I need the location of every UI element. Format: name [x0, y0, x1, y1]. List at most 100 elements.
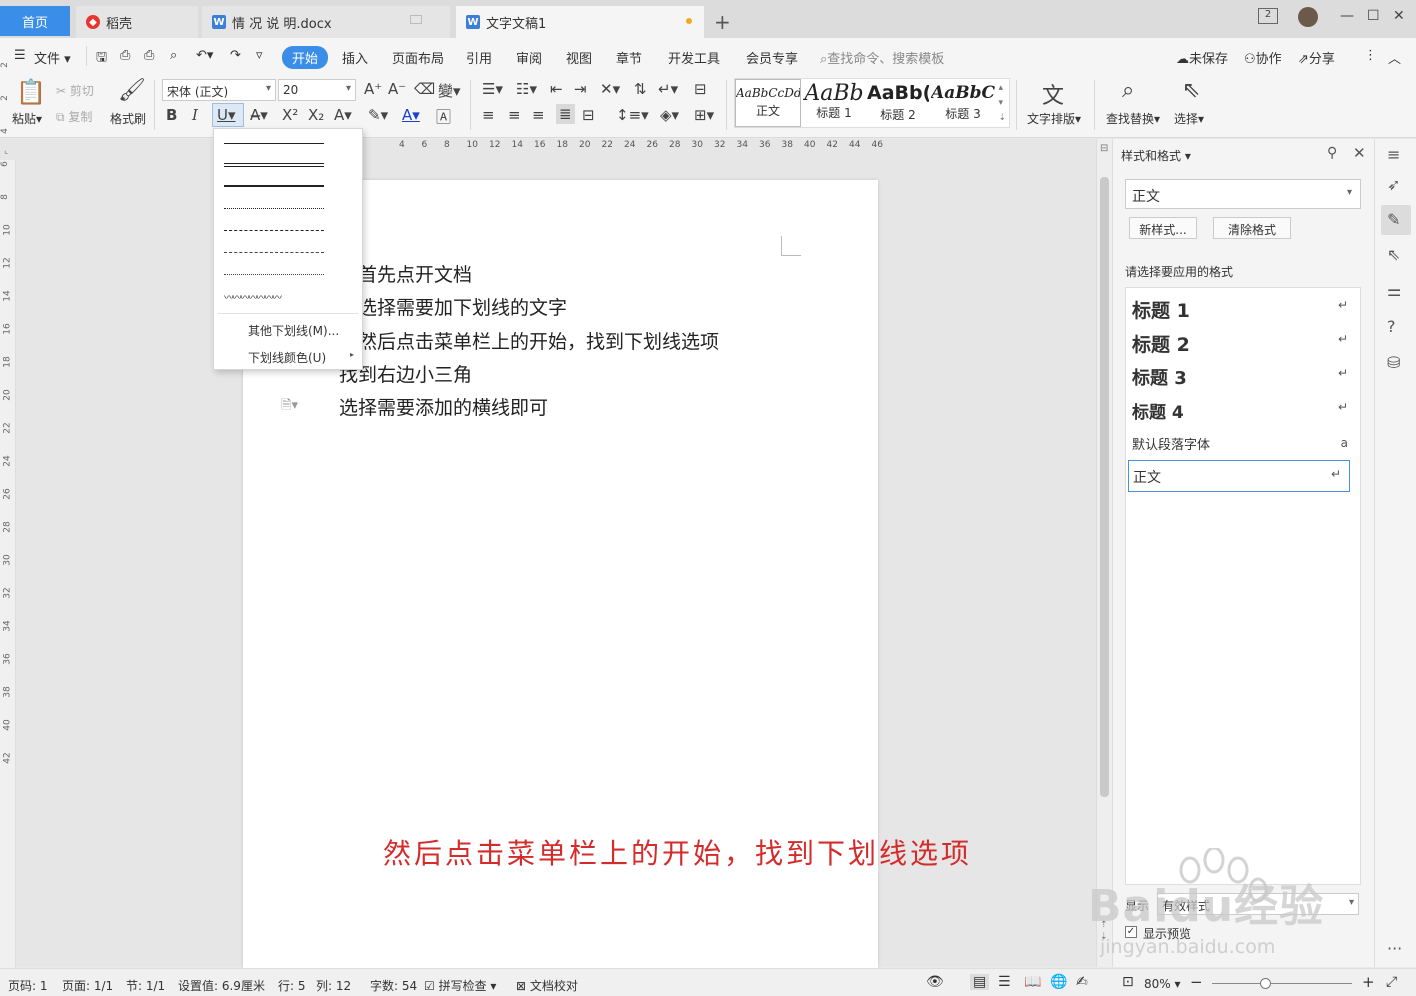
underline-wavy[interactable]: 〰〰〰〰〰〰〰 [224, 289, 324, 304]
spell-check-button[interactable]: ☑ 拼写检查 ▾ [424, 977, 496, 994]
show-marks-icon[interactable]: ↵▾ [658, 80, 678, 98]
bold-icon[interactable]: B [166, 106, 177, 124]
page-view-icon[interactable]: ▤ [970, 974, 990, 990]
fit-page-icon[interactable]: ⊡ [1122, 974, 1134, 990]
tab-home[interactable]: 首页 [0, 6, 70, 36]
quick-access-more-icon[interactable]: ▿ [256, 48, 263, 63]
line-spacing-icon[interactable]: ↕≡▾ [616, 106, 649, 124]
scroll-page-icon[interactable]: ⇡ ⇣ [1100, 919, 1108, 943]
distribute-icon[interactable]: ⊟ [582, 106, 595, 124]
select-button[interactable]: 选择▾ [1174, 110, 1204, 127]
scrollbar-thumb[interactable] [1100, 177, 1109, 797]
menu-vip[interactable]: 会员专享 [746, 48, 798, 67]
menu-insert[interactable]: 插入 [342, 48, 368, 67]
print-icon[interactable]: ⎙ [144, 48, 154, 63]
underline-color-item[interactable]: 下划线颜色(U) [248, 349, 326, 366]
doc-line-2[interactable]: 选择需要加下划线的文字 [358, 293, 567, 320]
paste-icon[interactable]: 📋 [16, 78, 46, 106]
cut-button[interactable]: ✂ 剪切 [56, 82, 94, 99]
close-icon[interactable]: ✕ [1393, 8, 1405, 24]
align-left-icon[interactable]: ≡ [482, 106, 495, 124]
menu-chapter[interactable]: 章节 [616, 48, 642, 67]
style-normal[interactable]: AaBbCcDd 正文 [735, 79, 801, 127]
underline-double[interactable] [224, 163, 324, 167]
bullets-icon[interactable]: ☰▾ [482, 80, 503, 98]
status-col[interactable]: 列: 12 [316, 977, 351, 994]
more-icon[interactable]: ⋮ [1364, 48, 1377, 63]
document-scrollbar[interactable]: ⊟ ⇡ ⇣ [1096, 139, 1112, 967]
underline-single[interactable] [224, 143, 324, 144]
menu-file[interactable]: 文件 ▾ [34, 48, 71, 67]
print-preview-icon[interactable]: ⌕ [170, 48, 177, 63]
char-border-icon[interactable]: 🄰 [436, 106, 451, 127]
close-panel-icon[interactable]: ✕ [1353, 144, 1366, 162]
current-style-select[interactable]: 正文 [1125, 179, 1361, 209]
grow-font-icon[interactable]: A⁺ [364, 80, 382, 98]
status-setting[interactable]: 设置值: 6.9厘米 [178, 977, 265, 994]
font-color-icon[interactable]: A▾ [402, 106, 420, 124]
underline-dashed[interactable] [224, 230, 324, 231]
styles-panel-title[interactable]: 样式和格式 ▾ [1121, 147, 1191, 164]
share-button[interactable]: ⇗分享 [1298, 48, 1335, 67]
status-row[interactable]: 行: 5 [278, 977, 306, 994]
clear-format-button[interactable]: 清除格式 [1213, 217, 1291, 239]
decrease-indent-icon[interactable]: ⇤ [550, 80, 563, 98]
sort-icon[interactable]: ⇅ [634, 80, 647, 98]
text-effect-icon[interactable]: A▾ [334, 106, 352, 124]
export-pdf-icon[interactable]: ⎙ [120, 48, 130, 63]
underline-button[interactable]: U▾ [212, 103, 244, 127]
minimize-icon[interactable]: — [1340, 8, 1354, 24]
paragraph-handle-icon[interactable]: 🗎▾ [281, 396, 298, 418]
style-gallery-scroll[interactable]: ▴ ▾ ⇣ [998, 81, 1006, 126]
save-icon[interactable]: 🖫 [96, 48, 107, 70]
underline-dash-dot[interactable] [224, 252, 324, 253]
style-heading-3[interactable]: AaBbC 标题 3 [931, 79, 995, 127]
menu-dev[interactable]: 开发工具 [668, 48, 720, 67]
collapse-ribbon-icon[interactable]: ︿ [1388, 48, 1401, 67]
select-pointer-icon[interactable]: ⇖ [1387, 245, 1400, 264]
style-item-normal[interactable]: 正文 ↵ [1128, 460, 1350, 492]
redo-icon[interactable]: ↷ [230, 48, 241, 63]
more-underline-item[interactable]: 其他下划线(M)... [248, 322, 339, 339]
style-heading-2[interactable]: AaBb( 标题 2 [867, 79, 929, 127]
sidebar-menu-icon[interactable]: ≡ [1387, 145, 1400, 164]
style-heading-1[interactable]: AaBb 标题 1 [803, 79, 865, 127]
style-brush-icon[interactable]: ✎ [1381, 205, 1411, 235]
paste-button[interactable]: 粘贴▾ [12, 110, 42, 127]
copy-button[interactable]: ⧉ 复制 [56, 108, 92, 125]
magnifier-icon[interactable]: ⌕ [1122, 78, 1134, 103]
style-item-h3[interactable]: 标题 3 ↵ [1132, 364, 1356, 390]
new-tab-button[interactable]: + [714, 10, 731, 34]
align-right-icon[interactable]: ≡ [532, 106, 545, 124]
tab-doc-current[interactable]: W 文字文稿1 [456, 6, 704, 38]
menu-view[interactable]: 视图 [566, 48, 592, 67]
clear-format-icon[interactable]: ⌫ [414, 80, 435, 98]
command-search[interactable]: ⌕查找命令、搜索模板 [820, 48, 944, 67]
maximize-icon[interactable]: ☐ [1367, 8, 1380, 24]
underline-thick[interactable] [224, 185, 324, 187]
shrink-font-icon[interactable]: A⁻ [388, 80, 406, 98]
doc-line-5[interactable]: 选择需要添加的横线即可 [339, 393, 548, 420]
zoom-out-icon[interactable]: − [1190, 973, 1203, 991]
font-size-select[interactable]: 20 [278, 79, 356, 101]
style-item-h1[interactable]: 标题 1 ↵ [1132, 296, 1356, 323]
tab-doc-qingkuang[interactable]: W 情 况 说 明.docx [202, 6, 450, 38]
status-words[interactable]: 字数: 54 [370, 977, 417, 994]
menu-review[interactable]: 审阅 [516, 48, 542, 67]
proof-button[interactable]: ⊠ 文档校对 [516, 977, 578, 994]
outline-view-icon[interactable]: ☰ [998, 974, 1011, 990]
format-painter-button[interactable]: 格式刷 [110, 110, 146, 127]
backup-icon[interactable]: ⛁ [1387, 353, 1400, 372]
web-view-icon[interactable]: 🌐 [1050, 974, 1067, 990]
find-replace-button[interactable]: 查找替换▾ [1106, 110, 1160, 127]
unsaved-button[interactable]: ☁未保存 [1176, 48, 1228, 67]
pin-icon[interactable]: ⚲ [1327, 145, 1337, 161]
align-center-icon[interactable]: ≡ [508, 106, 521, 124]
collab-button[interactable]: ⚇协作 [1244, 48, 1282, 67]
zoom-slider-knob[interactable] [1260, 978, 1271, 989]
cursor-select-icon[interactable]: ⇖ [1182, 78, 1200, 103]
status-section[interactable]: 节: 1/1 [126, 977, 165, 994]
menu-start[interactable]: 开始 [282, 46, 329, 69]
tab-stops-icon[interactable]: ⊟ [694, 80, 707, 98]
tab-daoke[interactable]: ◆ 稻壳 [76, 6, 198, 38]
